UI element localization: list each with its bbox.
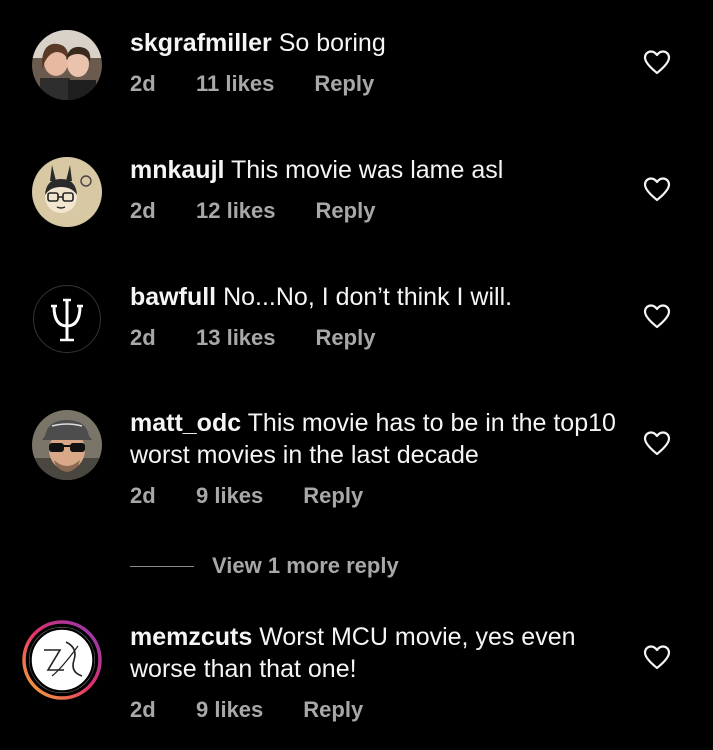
cartoon-bunny-girl-avatar-icon [32, 157, 102, 227]
couple-photo-avatar-icon [32, 30, 102, 100]
username-link[interactable]: bawfull [130, 283, 216, 311]
username-link[interactable]: memzcuts [130, 623, 252, 651]
likes-count[interactable]: 12 likes [196, 198, 276, 224]
man-sunglasses-cap-avatar-icon [32, 410, 102, 480]
likes-count[interactable]: 9 likes [196, 483, 263, 509]
reply-button[interactable]: Reply [314, 71, 374, 97]
view-more-replies-label: View 1 more reply [212, 553, 399, 578]
comment-meta: 2d 13 likes Reply [130, 323, 620, 353]
timestamp: 2d [130, 198, 156, 223]
reply-button[interactable]: Reply [316, 325, 376, 351]
heart-icon [643, 50, 671, 75]
divider [130, 565, 194, 567]
comment-meta: 2d 9 likes Reply [130, 481, 620, 511]
avatar[interactable] [32, 30, 102, 100]
heart-icon [643, 431, 671, 456]
comment-message: This movie was lame asl [230, 156, 504, 184]
comment-text: skgrafmiller So boring [130, 27, 620, 59]
username-link[interactable]: mnkaujl [130, 156, 224, 184]
timestamp: 2d [130, 71, 156, 96]
like-button[interactable] [643, 49, 671, 75]
like-button[interactable] [643, 176, 671, 202]
timestamp: 2d [130, 697, 156, 722]
likes-count[interactable]: 13 likes [196, 325, 276, 351]
comment-message: So boring [278, 29, 386, 57]
like-button[interactable] [643, 644, 671, 670]
heart-icon [643, 304, 671, 329]
psi-symbol-avatar-icon [33, 285, 101, 353]
reply-button[interactable]: Reply [303, 697, 363, 723]
timestamp: 2d [130, 483, 156, 508]
likes-count[interactable]: 11 likes [196, 71, 274, 97]
reply-button[interactable]: Reply [303, 483, 363, 509]
likes-count[interactable]: 9 likes [196, 697, 263, 723]
like-button[interactable] [643, 303, 671, 329]
comment-text: mnkaujl This movie was lame asl [130, 154, 620, 186]
avatar[interactable] [32, 410, 102, 480]
reply-button[interactable]: Reply [316, 198, 376, 224]
heart-icon [643, 177, 671, 202]
username-link[interactable]: matt_odc [130, 409, 241, 437]
comment-meta: 2d 11 likes Reply [130, 69, 620, 99]
comment-meta: 2d 12 likes Reply [130, 196, 620, 226]
avatar[interactable] [32, 284, 102, 354]
avatar[interactable] [32, 157, 102, 227]
logo-with-story-ring-avatar-icon [22, 620, 102, 700]
username-link[interactable]: skgrafmiller [130, 29, 272, 57]
like-button[interactable] [643, 430, 671, 456]
comment-meta: 2d 9 likes Reply [130, 695, 620, 725]
view-more-replies-button[interactable]: View 1 more reply [130, 551, 399, 581]
comment-text: matt_odc This movie has to be in the top… [130, 407, 620, 471]
comment-text: memzcuts Worst MCU movie, yes even worse… [130, 621, 620, 685]
heart-icon [643, 645, 671, 670]
timestamp: 2d [130, 325, 156, 350]
avatar[interactable] [22, 620, 102, 700]
comment-message: No...No, I don’t think I will. [223, 283, 513, 311]
comment-text: bawfull No...No, I don’t think I will. [130, 281, 620, 313]
